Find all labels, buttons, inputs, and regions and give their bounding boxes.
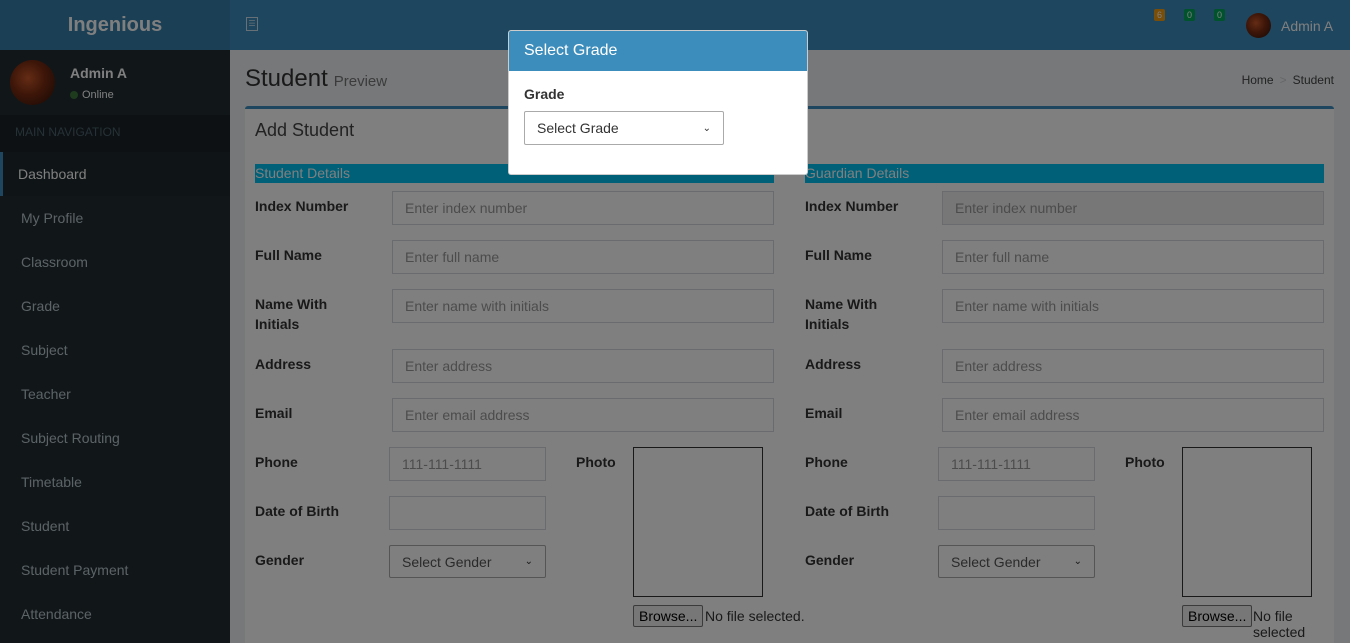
select-grade-modal: Select Grade Grade Select Grade ⌄ [508,30,808,175]
scrollbar[interactable] [1350,0,1366,643]
modal-title: Select Grade [509,31,807,71]
grade-select-value: Select Grade [537,120,619,136]
grade-label: Grade [524,86,565,102]
grade-select[interactable]: Select Grade ⌄ [524,111,724,145]
chevron-down-icon: ⌄ [702,122,711,134]
